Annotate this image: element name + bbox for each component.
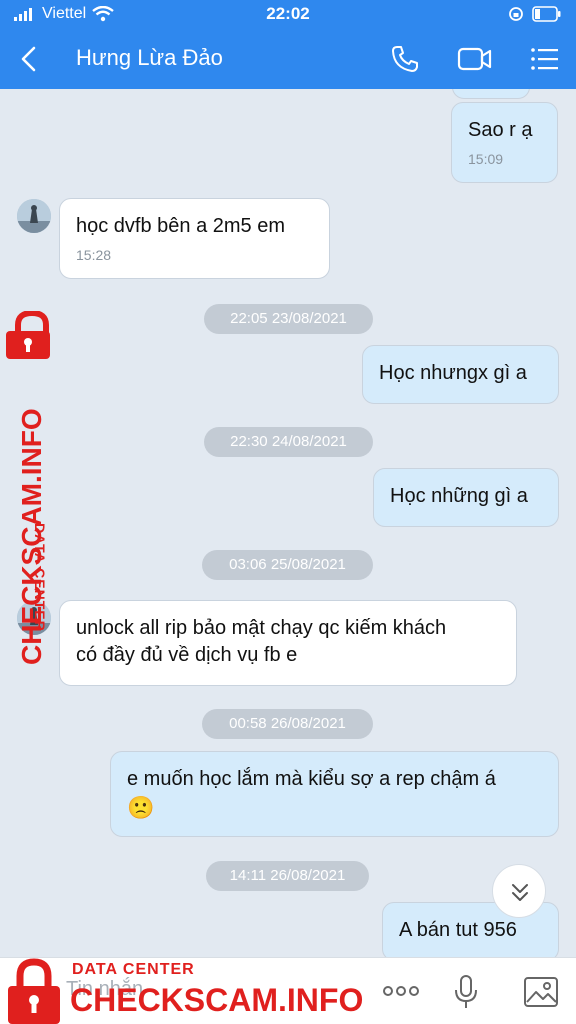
back-icon[interactable] <box>14 42 46 76</box>
avatar-image <box>17 199 51 233</box>
watermark-side-small: DATA CENTER <box>32 523 48 632</box>
microphone-icon[interactable] <box>453 974 479 1010</box>
message-text: Sao r ạ <box>468 119 533 141</box>
date-separator: 00:58 26/08/2021 <box>202 709 373 739</box>
lock-icon <box>6 311 50 359</box>
battery-icon <box>532 6 561 22</box>
more-options-icon[interactable] <box>382 984 420 998</box>
message-time: 15:09 <box>468 151 504 167</box>
watermark-line2: CHECKSCAM.INFO <box>70 982 364 1018</box>
scroll-to-bottom-button[interactable] <box>492 864 546 918</box>
message-bubble-outgoing[interactable]: e muốn học lắm mà kiểu sợ a rep chậm á 🙁 <box>110 751 559 837</box>
contact-name[interactable]: Hưng Lừa Đảo <box>76 45 223 71</box>
video-call-icon[interactable] <box>457 44 493 74</box>
input-bar: Tin nhắn DATA CENTER CHECKSCAM.INFO <box>0 957 576 1024</box>
status-bar: Viettel 22:02 <box>0 0 576 30</box>
message-line: e muốn học lắm mà kiểu sợ a rep chậm á <box>127 768 496 790</box>
watermark-line1: DATA CENTER <box>72 961 195 978</box>
message-bubble-outgoing[interactable]: Học nhưngx gì a <box>362 345 559 404</box>
message-text: Học những gì a <box>390 485 528 507</box>
message-bubble-incoming[interactable]: unlock all rip bảo mật chạy qc kiếm khác… <box>59 600 517 686</box>
avatar[interactable] <box>17 199 51 233</box>
rotation-lock-icon <box>509 7 523 21</box>
message-bubble-outgoing[interactable]: Học những gì a <box>373 468 559 527</box>
message-bubble-incoming[interactable]: học dvfb bên a 2m5 em 15:28 <box>59 198 330 279</box>
chat-header: Hưng Lừa Đảo <box>0 30 576 89</box>
lock-icon <box>8 958 60 1024</box>
message-line: unlock all rip bảo mật chạy qc kiếm khác… <box>76 617 447 639</box>
date-separator: 03:06 25/08/2021 <box>202 550 373 580</box>
emoji: 🙁 <box>127 795 155 820</box>
menu-icon[interactable] <box>530 44 560 74</box>
message-list[interactable]: Sao r ạ 15:09 học dvfb bên a 2m5 em 15:2… <box>0 89 576 957</box>
image-gallery-icon[interactable] <box>523 975 559 1009</box>
message-bubble-partial <box>452 89 530 99</box>
double-chevron-down-icon <box>512 884 528 901</box>
watermark-side-line1: DATA CENTER <box>32 523 48 632</box>
date-separator: 22:30 24/08/2021 <box>204 427 373 457</box>
watermark-side: CHECKSCAM.INFO DATA CENTER <box>0 305 66 665</box>
clock: 22:02 <box>266 4 310 23</box>
message-line: có đầy đủ về dịch vụ fb e <box>76 644 298 666</box>
date-separator: 14:11 26/08/2021 <box>206 861 369 891</box>
message-time: 15:28 <box>76 247 112 263</box>
date-separator: 22:05 23/08/2021 <box>204 304 373 334</box>
phone-icon[interactable] <box>390 44 420 74</box>
message-text: Học nhưngx gì a <box>379 362 527 384</box>
message-bubble-outgoing[interactable]: Sao r ạ 15:09 <box>451 102 558 183</box>
message-text: học dvfb bên a 2m5 em <box>76 215 286 237</box>
message-text: A bán tut 956 <box>399 919 517 941</box>
